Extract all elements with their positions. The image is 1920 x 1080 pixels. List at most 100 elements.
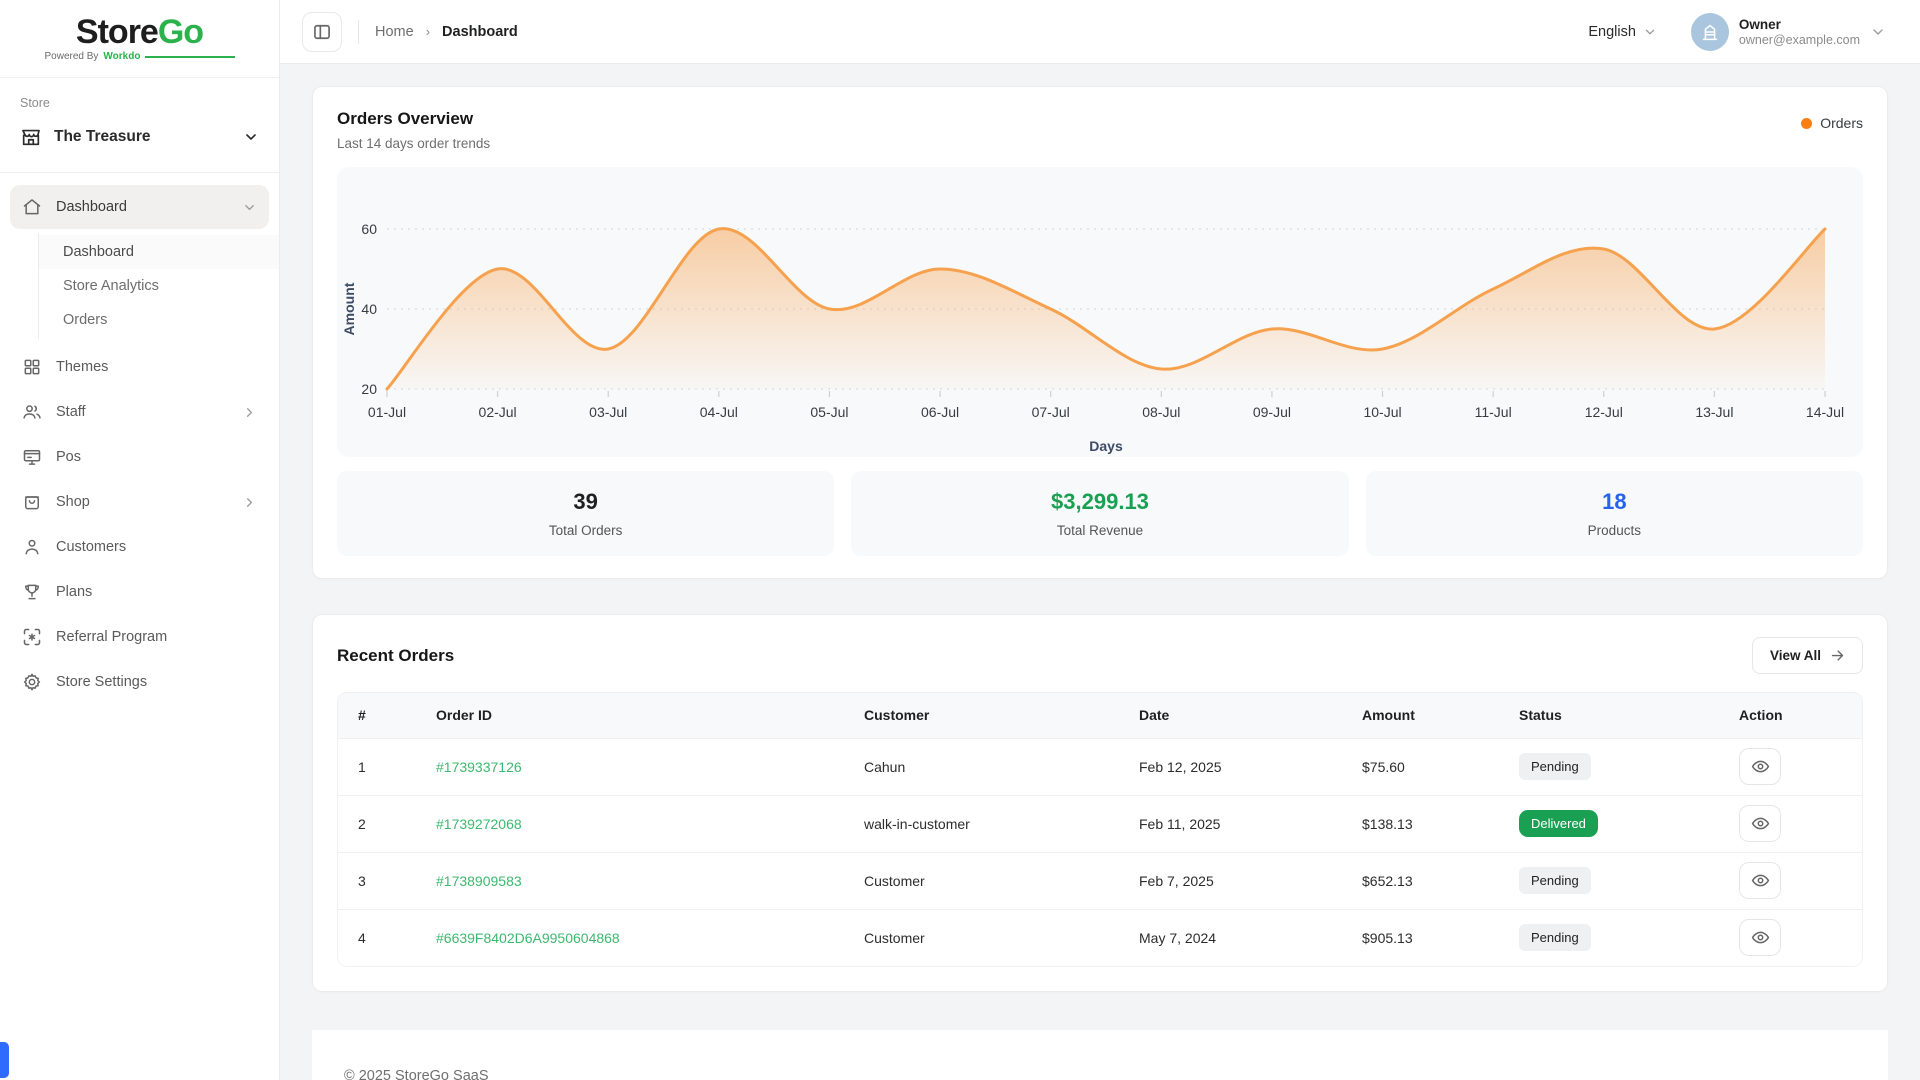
sidebar-subitem-dashboard[interactable]: Dashboard: [39, 235, 279, 269]
app-root: StoreGo Powered By Workdo Store The Trea…: [0, 0, 1920, 1080]
breadcrumb-separator-icon: ›: [426, 24, 430, 39]
cell-amount: $652.13: [1346, 852, 1503, 909]
monitor-icon: [22, 447, 42, 467]
brand-logo[interactable]: StoreGo Powered By Workdo: [0, 0, 279, 78]
svg-text:Amount: Amount: [341, 282, 357, 335]
sidebar-item-themes[interactable]: Themes: [10, 345, 269, 389]
cell-num: 1: [338, 738, 420, 795]
sidebar-item-pos[interactable]: Pos: [10, 435, 269, 479]
cell-order-id: #1739272068: [420, 795, 848, 852]
home-icon: [22, 197, 42, 217]
status-badge: Pending: [1519, 867, 1591, 894]
order-id-link[interactable]: #6639F8402D6A9950604868: [436, 930, 620, 946]
brand-name-primary: Store: [76, 13, 158, 51]
user-icon: [22, 537, 42, 557]
overview-card-header: Orders Overview Last 14 days order trend…: [337, 109, 1863, 151]
view-order-button[interactable]: [1739, 862, 1781, 899]
legend-dot-icon: [1801, 118, 1812, 129]
cell-action: [1723, 795, 1862, 852]
gear-icon: [22, 672, 42, 692]
cell-amount: $905.13: [1346, 909, 1503, 966]
sidebar-item-referral-program[interactable]: Referral Program: [10, 615, 269, 659]
page-content: Orders Overview Last 14 days order trend…: [280, 64, 1920, 1080]
order-id-link[interactable]: #1739337126: [436, 759, 522, 775]
breadcrumb-home-link[interactable]: Home: [375, 24, 414, 40]
breadcrumb-current: Dashboard: [442, 24, 518, 40]
user-email: owner@example.com: [1739, 33, 1860, 47]
chart-legend[interactable]: Orders: [1801, 109, 1863, 131]
svg-text:07-Jul: 07-Jul: [1032, 404, 1070, 420]
svg-text:08-Jul: 08-Jul: [1142, 404, 1180, 420]
cell-status: Delivered: [1503, 795, 1723, 852]
cell-status: Pending: [1503, 909, 1723, 966]
sidebar-subitem-orders[interactable]: Orders: [39, 303, 279, 337]
table-row: 1#1739337126CahunFeb 12, 2025$75.60Pendi…: [338, 738, 1862, 795]
cell-num: 4: [338, 909, 420, 966]
cell-action: [1723, 909, 1862, 966]
svg-text:06-Jul: 06-Jul: [921, 404, 959, 420]
table-row: 4#6639F8402D6A9950604868CustomerMay 7, 2…: [338, 909, 1862, 966]
cell-amount: $138.13: [1346, 795, 1503, 852]
sidebar-toggle-button[interactable]: [302, 12, 342, 52]
view-order-button[interactable]: [1739, 919, 1781, 956]
stats-row: 39Total Orders$3,299.13Total Revenue18Pr…: [337, 471, 1863, 556]
eye-icon: [1751, 814, 1770, 833]
layout-sidebar-icon: [312, 22, 332, 42]
order-id-link[interactable]: #1738909583: [436, 873, 522, 889]
chevron-down-icon: [1643, 25, 1657, 39]
cell-customer: walk-in-customer: [848, 795, 1123, 852]
chevron-right-icon: [242, 405, 257, 420]
chevron-down-icon: [242, 200, 257, 215]
stat-label: Products: [1588, 523, 1641, 538]
sidebar-item-shop[interactable]: Shop: [10, 480, 269, 524]
users-icon: [22, 402, 42, 422]
svg-text:14-Jul: 14-Jul: [1806, 404, 1844, 420]
chevron-down-icon: [1870, 24, 1886, 40]
order-id-link[interactable]: #1739272068: [436, 816, 522, 832]
svg-text:40: 40: [361, 301, 377, 317]
store-selector[interactable]: The Treasure: [20, 126, 259, 148]
eye-icon: [1751, 871, 1770, 890]
column-header-status: Status: [1503, 693, 1723, 738]
recent-orders-header: Recent Orders View All: [337, 637, 1863, 674]
storefront-icon: [20, 126, 42, 148]
svg-text:12-Jul: 12-Jul: [1585, 404, 1623, 420]
view-order-button[interactable]: [1739, 805, 1781, 842]
svg-text:Days: Days: [1089, 438, 1123, 454]
sidebar-subitem-store-analytics[interactable]: Store Analytics: [39, 269, 279, 303]
recent-orders-title: Recent Orders: [337, 646, 454, 666]
orders-trend-chart: 60402001-Jul02-Jul03-Jul04-Jul05-Jul06-J…: [337, 167, 1863, 457]
svg-text:60: 60: [361, 221, 377, 237]
sidebar-item-customers[interactable]: Customers: [10, 525, 269, 569]
sidebar-item-label: Themes: [56, 359, 257, 375]
svg-text:02-Jul: 02-Jul: [479, 404, 517, 420]
topbar-right: English Owner owner@example.com: [1588, 13, 1886, 51]
sidebar-item-plans[interactable]: Plans: [10, 570, 269, 614]
overview-subtitle: Last 14 days order trends: [337, 136, 490, 151]
topbar: Home › Dashboard English Owner: [280, 0, 1920, 64]
user-menu[interactable]: Owner owner@example.com: [1691, 13, 1886, 51]
sidebar-item-store-settings[interactable]: Store Settings: [10, 660, 269, 704]
cell-status: Pending: [1503, 738, 1723, 795]
sidebar-item-staff[interactable]: Staff: [10, 390, 269, 434]
powered-by: Powered By Workdo: [45, 51, 235, 62]
table-row: 3#1738909583CustomerFeb 7, 2025$652.13Pe…: [338, 852, 1862, 909]
svg-text:04-Jul: 04-Jul: [700, 404, 738, 420]
stat-label: Total Revenue: [1057, 523, 1143, 538]
theme-customizer-tab[interactable]: [0, 1042, 9, 1078]
view-all-label: View All: [1770, 648, 1821, 663]
cell-date: Feb 12, 2025: [1123, 738, 1346, 795]
svg-text:09-Jul: 09-Jul: [1253, 404, 1291, 420]
breadcrumb: Home › Dashboard: [375, 24, 518, 40]
column-header-order-id: Order ID: [420, 693, 848, 738]
sidebar-item-dashboard[interactable]: Dashboard: [10, 185, 269, 229]
status-badge: Pending: [1519, 753, 1591, 780]
view-all-button[interactable]: View All: [1752, 637, 1863, 674]
referral-icon: [22, 627, 42, 647]
avatar: [1691, 13, 1729, 51]
eye-icon: [1751, 928, 1770, 947]
view-order-button[interactable]: [1739, 748, 1781, 785]
svg-text:03-Jul: 03-Jul: [589, 404, 627, 420]
language-dropdown[interactable]: English: [1588, 24, 1657, 40]
sidebar-item-label: Customers: [56, 539, 257, 555]
